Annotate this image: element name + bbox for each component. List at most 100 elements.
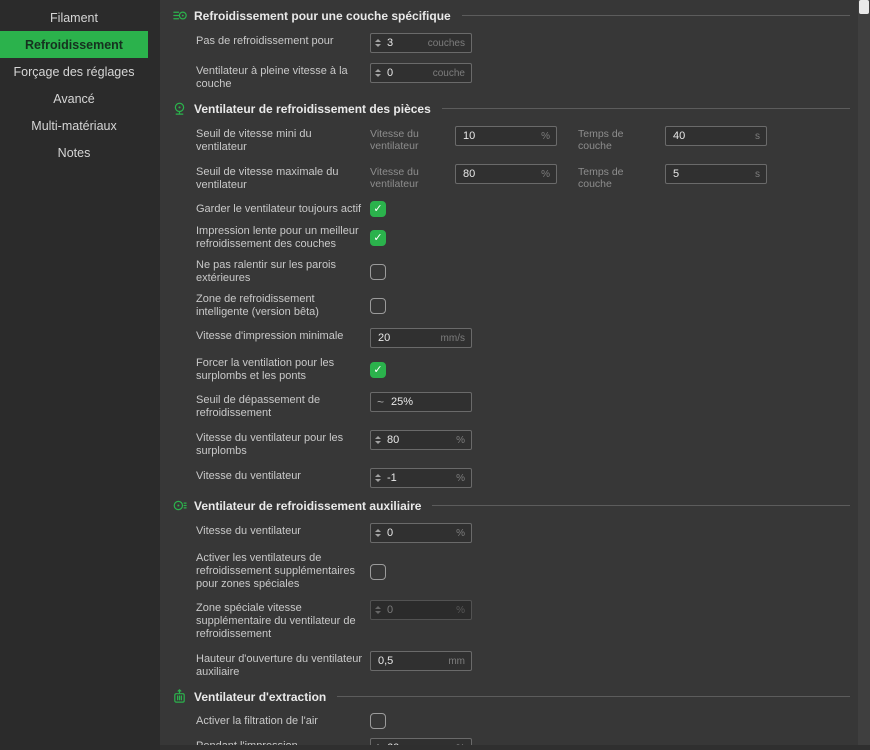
part-fan-icon — [174, 102, 185, 115]
sidebar-item-multi-materiaux[interactable]: Multi-matériaux — [0, 112, 148, 139]
scrollbar-thumb[interactable] — [859, 0, 869, 14]
setting-label: Vitesse d'impression minimale — [196, 330, 344, 342]
setting-label: Zone de refroidissement intelligente (ve… — [196, 293, 319, 318]
sidebar-item-forcage-des-reglages[interactable]: Forçage des réglages — [0, 58, 148, 85]
input-unit: couche — [432, 67, 465, 79]
full-fan-speed-layer-input[interactable]: 0 couche — [370, 63, 472, 83]
aux-fan-icon — [173, 500, 187, 511]
setting-label: Pas de refroidissement pour — [196, 35, 334, 47]
input-value: 0 — [387, 527, 394, 539]
fan-speed-input[interactable]: -1 % — [370, 468, 472, 488]
input-value: 40 — [673, 130, 686, 142]
section-header-aux-cooling-fan: Ventilateur de refroidissement auxiliair… — [172, 498, 850, 513]
setting-row: Vitesse du ventilateur -1 % — [196, 467, 844, 488]
smart-cooling-zone-checkbox[interactable] — [370, 298, 386, 314]
enable-air-filtration-checkbox[interactable] — [370, 713, 386, 729]
sidebar-item-avance[interactable]: Avancé — [0, 85, 148, 112]
setting-row: Impression lente pour un meilleur refroi… — [196, 225, 844, 251]
setting-row: Vitesse d'impression minimale 20 mm/s — [196, 327, 844, 348]
setting-label: Impression lente pour un meilleur refroi… — [196, 225, 359, 250]
input-value: 80 — [387, 434, 400, 446]
section-header-part-cooling-fan: Ventilateur de refroidissement des pièce… — [172, 101, 850, 116]
section-title: Refroidissement pour une couche spécifiq… — [194, 8, 451, 23]
setting-row: Vitesse du ventilateur pour les surplomb… — [196, 429, 844, 458]
slow-printing-for-cooling-checkbox[interactable] — [370, 230, 386, 246]
spinner-arrows-icon[interactable] — [371, 469, 384, 487]
overhang-fan-speed-input[interactable]: 80 % — [370, 430, 472, 450]
setting-row: Pas de refroidissement pour 3 couches — [196, 32, 844, 53]
enable-extra-cooling-fans-checkbox[interactable] — [370, 563, 386, 580]
input-unit: % — [541, 130, 550, 142]
section-divider — [337, 696, 850, 697]
spinner-arrows-icon[interactable] — [371, 524, 384, 542]
vertical-scrollbar[interactable] — [858, 0, 870, 750]
input-unit: % — [456, 527, 465, 539]
setting-label: Vitesse du ventilateur — [196, 470, 301, 482]
input-value: 0 — [387, 67, 394, 79]
setting-row: Seuil de dépassement de refroidissement … — [196, 391, 844, 420]
input-value: 20 — [378, 332, 391, 344]
setting-label: Vitesse du ventilateur — [196, 525, 301, 537]
min-fan-speed-input[interactable]: 10 % — [455, 126, 557, 146]
section-header-layer-specific-cooling: Refroidissement pour une couche spécifiq… — [172, 8, 850, 23]
input-value: 60 — [387, 742, 400, 750]
spinner-arrows-icon[interactable] — [371, 431, 384, 449]
aux-fan-start-height-input[interactable]: 0,5 mm — [370, 651, 472, 671]
setting-row: Ventilateur à pleine vitesse à la couche… — [196, 62, 844, 91]
setting-row: Forcer la ventilation pour les surplombs… — [196, 357, 844, 383]
setting-label: Forcer la ventilation pour les surplombs… — [196, 357, 335, 382]
sidebar-item-notes[interactable]: Notes — [0, 139, 148, 166]
input-unit: mm — [448, 655, 465, 667]
setting-label: Vitesse du ventilateur pour les surplomb… — [196, 432, 344, 457]
dont-slow-outer-walls-checkbox[interactable] — [370, 264, 386, 280]
input-value: -1 — [387, 472, 397, 484]
spinner-arrows-icon[interactable] — [371, 34, 384, 52]
setting-row: Garder le ventilateur toujours actif — [196, 201, 844, 217]
special-zone-extra-fan-speed-input: 0 % — [370, 600, 472, 620]
setting-row: Activer la filtration de l'air — [196, 713, 844, 729]
setting-row: Vitesse du ventilateur 0 % — [196, 522, 844, 543]
setting-row: Ne pas ralentir sur les parois extérieur… — [196, 259, 844, 285]
sub-label: Vitesse du ventilateur — [370, 166, 419, 190]
max-fan-speed-input[interactable]: 80 % — [455, 164, 557, 184]
min-fan-layer-time-input[interactable]: 40 s — [665, 126, 767, 146]
section-divider — [441, 108, 850, 109]
sidebar-item-filament[interactable]: Filament — [0, 4, 148, 31]
cooling-settings-panel: Refroidissement pour une couche spécifiq… — [160, 0, 870, 750]
exhaust-fan-icon — [174, 689, 185, 703]
setting-label: Seuil de vitesse maximale du ventilateur — [196, 166, 339, 191]
no-cooling-layers-input[interactable]: 3 couches — [370, 33, 472, 53]
input-value: 5 — [673, 168, 680, 180]
setting-label: Garder le ventilateur toujours actif — [196, 202, 362, 215]
aux-fan-speed-input[interactable]: 0 % — [370, 523, 472, 543]
setting-label: Ventilateur à pleine vitesse à la couche — [196, 65, 348, 90]
section-title: Ventilateur de refroidissement auxiliair… — [194, 498, 422, 513]
input-value: 80 — [463, 168, 476, 180]
input-unit: s — [755, 168, 760, 180]
input-value: 10 — [463, 130, 476, 142]
sidebar-item-refroidissement[interactable]: Refroidissement — [0, 31, 148, 58]
section-divider — [461, 15, 850, 16]
slicer-filament-settings-window: Filament Refroidissement Forçage des rég… — [0, 0, 870, 750]
slider-handle-icon: ~ — [377, 395, 385, 409]
min-print-speed-input[interactable]: 20 mm/s — [370, 328, 472, 348]
cooling-overhang-threshold-input[interactable]: ~ 25% — [370, 392, 472, 412]
max-fan-layer-time-input[interactable]: 5 s — [665, 164, 767, 184]
input-unit: % — [456, 434, 465, 446]
setting-row: Seuil de vitesse maximale du ventilateur… — [196, 163, 844, 192]
setting-row: Pendant l'impression 60 % — [196, 737, 844, 750]
setting-label: Pendant l'impression — [196, 740, 298, 750]
layer-cooling-icon — [173, 11, 187, 20]
spinner-arrows-icon[interactable] — [371, 64, 384, 82]
settings-sidebar: Filament Refroidissement Forçage des rég… — [0, 0, 160, 750]
setting-row: Seuil de vitesse mini du ventilateur Vit… — [196, 125, 844, 154]
keep-fan-always-on-checkbox[interactable] — [370, 201, 386, 217]
during-print-exhaust-speed-input[interactable]: 60 % — [370, 738, 472, 750]
input-value: 25% — [391, 396, 414, 408]
input-unit: % — [456, 604, 465, 616]
force-fan-overhangs-bridges-checkbox[interactable] — [370, 362, 386, 378]
setting-label: Seuil de dépassement de refroidissement — [196, 394, 321, 419]
setting-label: Hauteur d'ouverture du ventilateur auxil… — [196, 653, 362, 678]
input-unit: couches — [427, 37, 465, 49]
spinner-arrows-icon[interactable] — [371, 739, 384, 750]
